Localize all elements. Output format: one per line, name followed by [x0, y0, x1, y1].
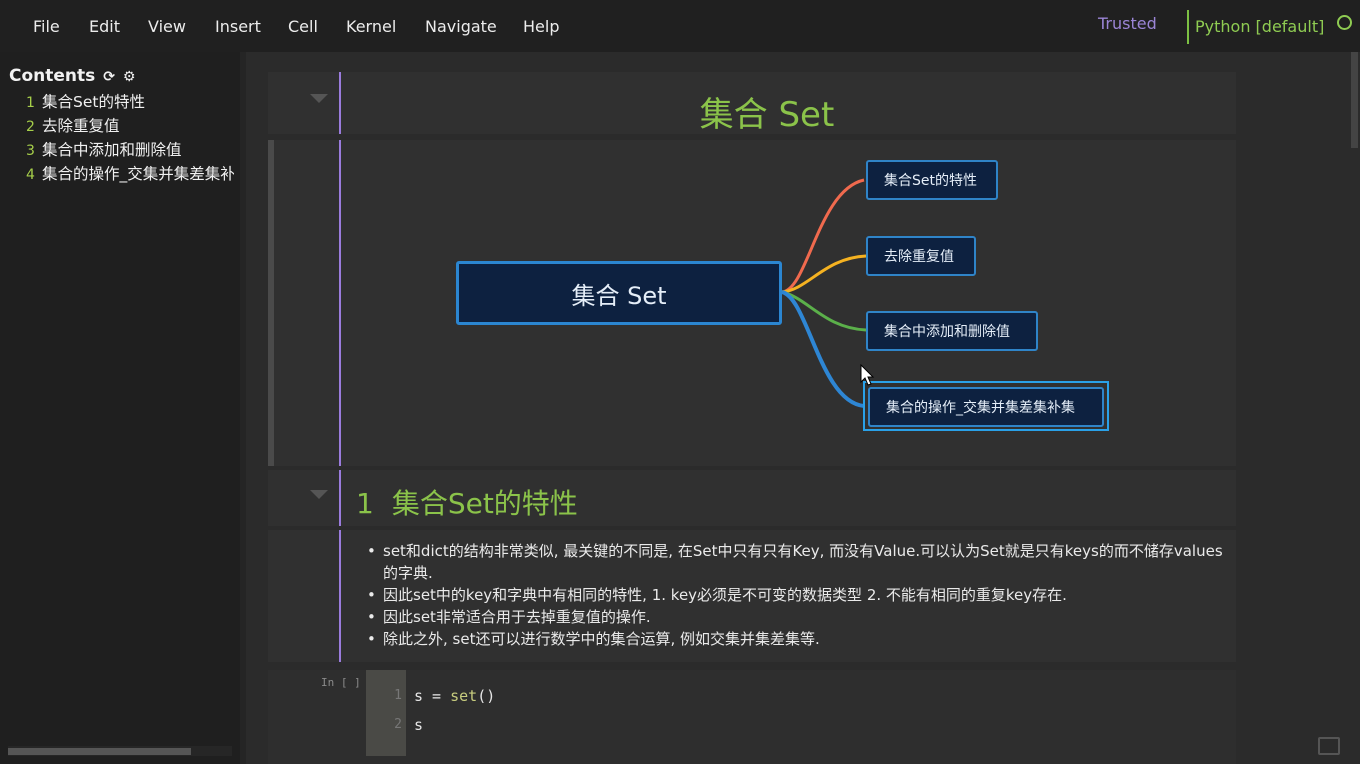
mindmap-cell[interactable]: 集合 Set 集合Set的特性 去除重复值 集合中添加和删除值 集合的操作_交集…	[268, 140, 1236, 466]
toc-item-num: 3	[26, 143, 35, 159]
code-token: s	[414, 687, 424, 705]
title-heading: 集合 Set	[699, 95, 835, 135]
menu-edit[interactable]: Edit	[89, 17, 120, 36]
toc-title: Contents	[9, 66, 96, 86]
cell-selection-bar	[339, 530, 341, 662]
toc-item-label: 集合Set的特性	[42, 93, 145, 111]
line-number: 1	[394, 688, 402, 703]
toc-item-4[interactable]: 4 集合的操作_交集并集差集补集	[26, 162, 234, 184]
menu-kernel[interactable]: Kernel	[346, 17, 396, 36]
toc-header: Contents ⟳ ⚙	[9, 66, 135, 86]
code-cell[interactable]: In [ ] 1 2 s = set() s	[268, 670, 1236, 764]
menu-bar: File Edit View Insert Cell Kernel Naviga…	[0, 0, 1360, 52]
section-heading: 1 集合Set的特性	[356, 482, 578, 522]
mindmap-node-1[interactable]: 集合Set的特性	[866, 160, 998, 200]
mindmap-node-4[interactable]: 集合的操作_交集并集差集补集	[868, 387, 1104, 427]
toc-item-num: 1	[26, 95, 35, 111]
toc-item-3[interactable]: 3 集合中添加和删除值	[26, 138, 234, 160]
sidebar-scrollbar[interactable]	[8, 746, 232, 756]
notebook-scrollbar-thumb[interactable]	[1351, 52, 1358, 148]
toc-item-label: 集合的操作_交集并集差集补集	[42, 165, 234, 183]
mindmap-root-node[interactable]: 集合 Set	[456, 261, 782, 325]
mouse-cursor-icon	[860, 364, 875, 386]
section-number: 1	[356, 487, 374, 520]
branch-line-1	[781, 178, 865, 294]
branch-line-3	[781, 290, 867, 332]
notebook-scrollbar[interactable]	[1348, 52, 1360, 764]
menu-cell[interactable]: Cell	[288, 17, 318, 36]
branch-line-4	[781, 290, 865, 408]
code-token: =	[423, 687, 451, 705]
section-heading-cell[interactable]: 1 集合Set的特性	[268, 470, 1236, 526]
bullet-item: 因此set中的key和字典中有相同的特性, 1. key必须是不可变的数据类型 …	[367, 584, 1233, 606]
mindmap-node-2[interactable]: 去除重复值	[866, 236, 976, 276]
bullet-list: set和dict的结构非常类似, 最关键的不同是, 在Set中只有只有Key, …	[367, 540, 1233, 650]
toc-item-num: 4	[26, 167, 35, 183]
code-line-2[interactable]: s	[414, 716, 423, 734]
bullet-item: 因此set非常适合用于去掉重复值的操作.	[367, 606, 1233, 628]
menu-navigate[interactable]: Navigate	[425, 17, 497, 36]
refresh-icon[interactable]: ⟳	[103, 69, 115, 85]
code-line-1[interactable]: s = set()	[414, 687, 495, 705]
menu-view[interactable]: View	[148, 17, 186, 36]
section-title: 集合Set的特性	[391, 487, 578, 520]
toc-item-label: 去除重复值	[42, 117, 120, 135]
toc-item-num: 2	[26, 119, 35, 135]
menu-insert[interactable]: Insert	[215, 17, 261, 36]
code-token: set	[450, 687, 478, 705]
toc-item-1[interactable]: 1 集合Set的特性	[26, 90, 234, 112]
toc-item-2[interactable]: 2 去除重复值	[26, 114, 234, 136]
kernel-status-icon	[1337, 15, 1352, 30]
sidebar-scrollbar-thumb[interactable]	[8, 748, 191, 755]
bullet-item: 除此之外, set还可以进行数学中的集合运算, 例如交集并集差集等.	[367, 628, 1233, 650]
toc-sidebar: Contents ⟳ ⚙ 1 集合Set的特性 2 去除重复值 3 集合中添加和删除值…	[0, 52, 240, 764]
toc-item-label: 集合中添加和删除值	[42, 141, 182, 159]
input-prompt: In [ ]	[321, 676, 361, 689]
menu-file[interactable]: File	[33, 17, 60, 36]
notebook-area: 集合 Set 集合 Set 集合Set的特性 去除重复值 集合中添加和删除值 集…	[246, 52, 1360, 764]
scroll-to-top-icon[interactable]	[1318, 737, 1340, 755]
bullet-item: set和dict的结构非常类似, 最关键的不同是, 在Set中只有只有Key, …	[367, 540, 1233, 584]
line-number-gutter: 1 2	[366, 670, 406, 756]
cell-selection-bar	[339, 470, 341, 526]
trusted-indicator[interactable]: Trusted	[1098, 14, 1157, 33]
gear-icon[interactable]: ⚙	[123, 69, 136, 85]
kernel-name[interactable]: Python [default]	[1187, 10, 1324, 44]
mindmap-node-3[interactable]: 集合中添加和删除值	[866, 311, 1038, 351]
branch-line-2	[781, 254, 867, 294]
markdown-cell[interactable]: set和dict的结构非常类似, 最关键的不同是, 在Set中只有只有Key, …	[268, 530, 1236, 662]
code-token: ()	[477, 687, 496, 705]
title-cell[interactable]: 集合 Set	[268, 72, 1236, 135]
collapse-icon[interactable]	[310, 490, 328, 499]
menu-help[interactable]: Help	[523, 17, 559, 36]
line-number: 2	[394, 717, 402, 732]
